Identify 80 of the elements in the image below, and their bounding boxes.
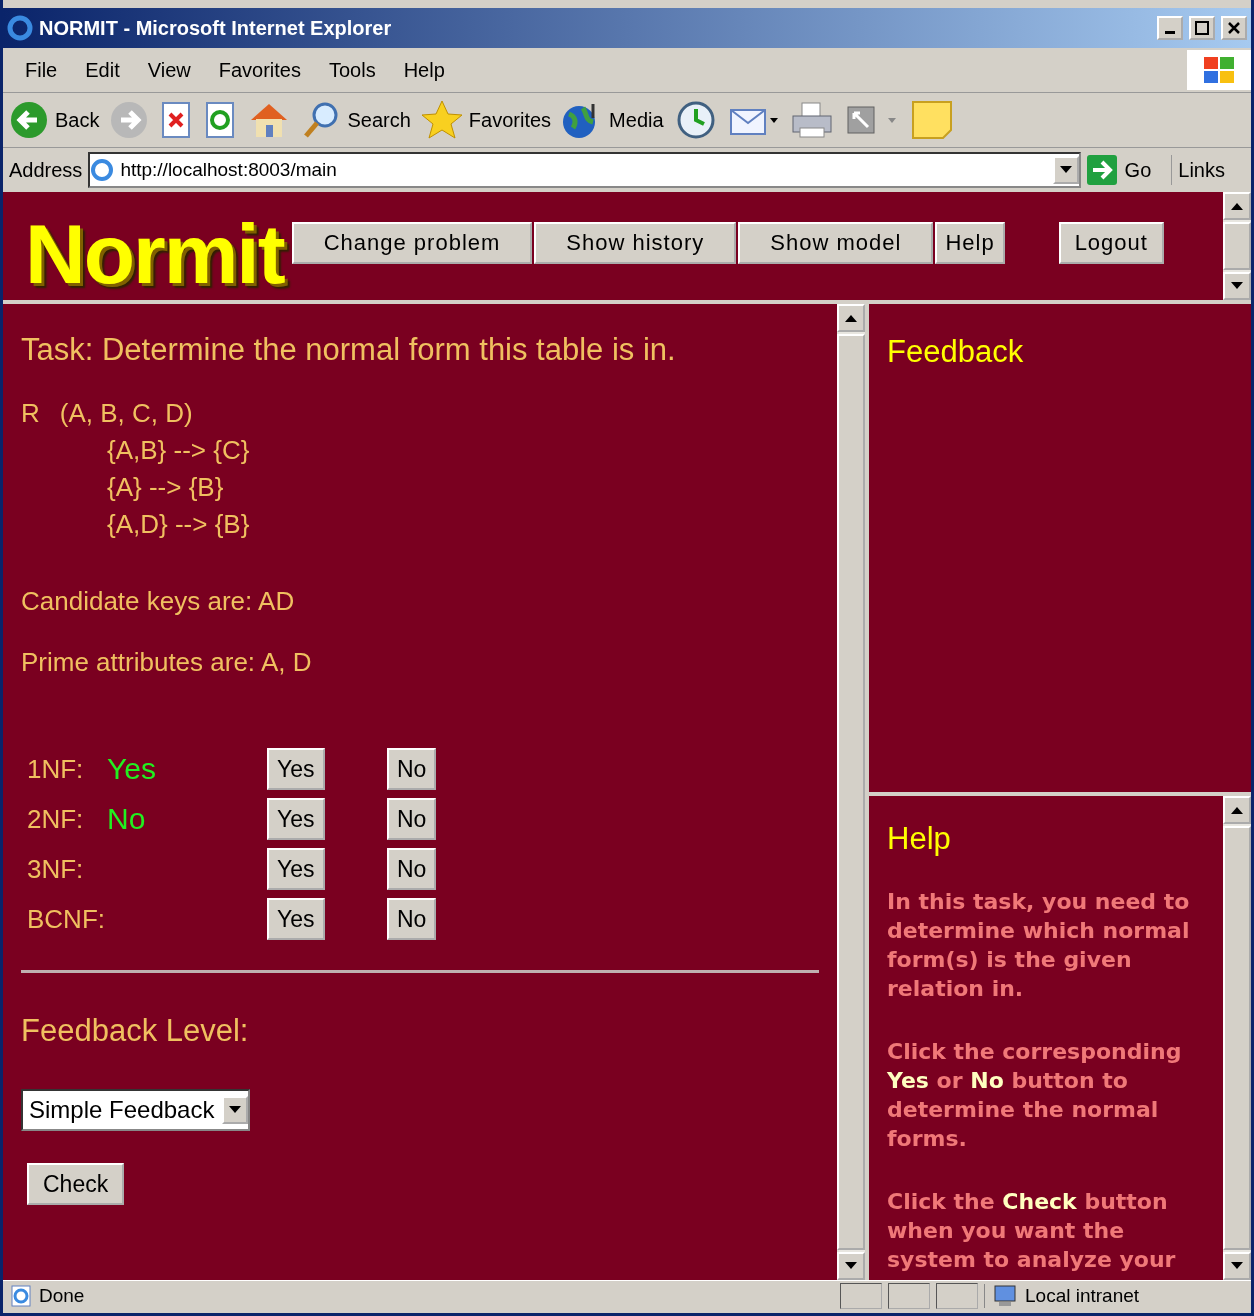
dependency: {A,B} --> {C} (107, 435, 251, 466)
maximize-icon (1195, 21, 1209, 35)
search-button[interactable]: Search (301, 100, 411, 140)
candidate-keys: Candidate keys are: AD (21, 586, 819, 617)
nav-button[interactable]: Show history (534, 222, 737, 264)
dropdown-arrow-icon[interactable] (229, 1106, 242, 1114)
maximize-button[interactable] (1189, 16, 1215, 40)
minimize-icon (1165, 30, 1175, 34)
back-button[interactable]: Back (9, 100, 100, 140)
minimize-button[interactable] (1157, 16, 1183, 40)
menu-item[interactable]: File (11, 58, 72, 82)
feedback-level-label: Feedback Level: (21, 1013, 250, 1049)
status-pane (936, 1283, 978, 1309)
nav-button[interactable]: Help (935, 222, 1005, 264)
help-paragraph: In this task, you need to determine which normal form(s) is the given relation in. (887, 888, 1191, 1003)
down-arrow-icon[interactable] (1231, 1262, 1243, 1270)
feedback-level-select[interactable]: Simple Feedback (21, 1089, 251, 1131)
zone-text: Local intranet (1025, 1285, 1140, 1307)
no-button[interactable]: No (387, 848, 437, 890)
nav-button[interactable]: Change problem (291, 222, 533, 264)
form-label: 1NF: (27, 753, 85, 785)
prime-attributes: Prime attributes are: A, D (21, 647, 313, 678)
page-icon (9, 1284, 33, 1308)
star-icon (420, 99, 463, 141)
print-button[interactable] (789, 100, 834, 140)
menu-item[interactable]: Edit (71, 58, 134, 82)
menu-item[interactable]: Tools (314, 58, 390, 82)
go-button[interactable]: Go (1086, 155, 1173, 185)
dependency: {A,D} --> {B} (107, 509, 251, 540)
yes-button[interactable]: Yes (267, 898, 325, 940)
yes-button[interactable]: Yes (267, 798, 325, 840)
scrollbar[interactable] (1223, 796, 1251, 1280)
close-icon (1227, 21, 1241, 35)
up-arrow-icon[interactable] (1231, 806, 1243, 814)
dependency: {A} --> {B} (107, 472, 225, 503)
yes-button[interactable]: Yes (267, 848, 325, 890)
no-button[interactable]: No (387, 798, 437, 840)
close-button[interactable] (1221, 16, 1247, 40)
address-label: Address (9, 158, 83, 182)
menu-item[interactable]: Favorites (204, 58, 315, 82)
no-button[interactable]: No (387, 748, 437, 790)
down-arrow-icon[interactable] (1231, 282, 1243, 290)
menu-item[interactable]: Help (389, 58, 459, 82)
page-icon (90, 158, 115, 182)
help-paragraph: Click the Check button when you want the system to analyze your (887, 1188, 1177, 1274)
scrollbar[interactable] (837, 304, 865, 1280)
help-paragraph: Click the corresponding Yes or No button to determine the normal forms. (887, 1038, 1183, 1153)
form-label: 3NF: (27, 853, 85, 885)
relation-attributes: (A, B, C, D) (59, 398, 193, 429)
windows-flag-icon (1187, 50, 1251, 90)
window-title: NORMIT - Microsoft Internet Explorer (39, 16, 393, 40)
form-label: BCNF: (27, 903, 106, 935)
favorites-button[interactable]: Favorites (420, 99, 552, 141)
answer: No (107, 802, 147, 836)
status-pane (888, 1283, 930, 1309)
nav-button[interactable]: Logout (1058, 222, 1164, 264)
computer-icon (991, 1284, 1019, 1308)
feedback-title: Feedback (887, 334, 1025, 370)
up-arrow-icon[interactable] (1231, 202, 1243, 210)
app-logo: Normit (25, 212, 284, 296)
up-arrow-icon[interactable] (845, 314, 857, 322)
address-field[interactable]: http://localhost:8003/main (88, 152, 1081, 188)
yes-button[interactable]: Yes (267, 748, 325, 790)
menu-item[interactable]: View (133, 58, 205, 82)
scrollbar[interactable] (1223, 192, 1251, 300)
note-icon (909, 99, 954, 141)
form-label: 2NF: (27, 803, 85, 835)
printer-icon (789, 100, 834, 140)
task-title: Task: Determine the normal form this table is in. (21, 332, 677, 368)
dropdown-arrow-icon[interactable] (1059, 166, 1072, 174)
media-button[interactable]: Media (561, 100, 664, 140)
links-button[interactable]: Links (1178, 158, 1245, 182)
check-button[interactable]: Check (27, 1163, 125, 1205)
nav-button[interactable]: Show model (738, 222, 934, 264)
status-text: Done (39, 1285, 86, 1307)
relation-name: R (21, 398, 40, 429)
no-button[interactable]: No (387, 898, 437, 940)
status-pane (840, 1283, 882, 1309)
answer: Yes (107, 752, 157, 786)
down-arrow-icon[interactable] (845, 1262, 857, 1270)
